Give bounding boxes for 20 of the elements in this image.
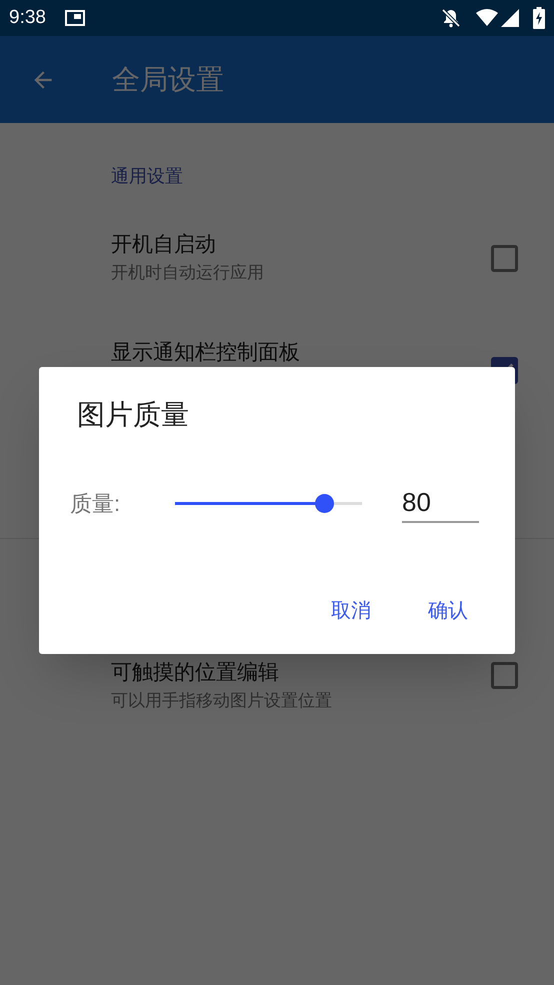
setting-title: 开机自启动	[111, 232, 217, 258]
quality-input-field[interactable]: 80	[402, 483, 479, 523]
field-label: 质量:	[70, 490, 122, 518]
setting-title: 可触摸的位置编辑	[111, 660, 280, 686]
notifications-off-icon	[441, 8, 461, 28]
app-bar-title: 全局设置	[112, 62, 224, 96]
dialog-button[interactable]: 确认	[416, 591, 480, 631]
battery-charging-icon	[533, 7, 545, 29]
slider-thumb[interactable]	[315, 494, 334, 512]
wifi-icon	[476, 9, 498, 27]
status-time: 9:38	[9, 6, 46, 30]
picture-in-picture-icon	[64, 10, 85, 26]
checkbox[interactable]	[491, 244, 518, 272]
setting-title: 显示通知栏控制面板	[111, 340, 301, 366]
slider[interactable]	[175, 494, 362, 512]
dialog-title: 图片质量	[77, 398, 189, 432]
dialog-button[interactable]: 取消	[319, 591, 383, 631]
section-header: 通用设置	[110, 165, 184, 188]
signal-icon	[501, 9, 519, 27]
checkbox[interactable]	[491, 662, 518, 688]
